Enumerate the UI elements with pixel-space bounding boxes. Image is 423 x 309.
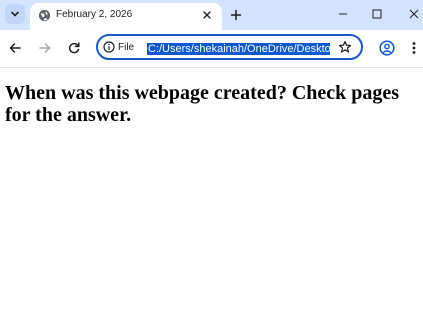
url-field[interactable]: C:/Users/shekainah/OneDrive/Desktop — [147, 39, 330, 55]
arrow-right-icon — [39, 43, 51, 53]
reload-icon — [68, 42, 80, 54]
close-window-button[interactable] — [404, 6, 423, 22]
chevron-down-icon — [11, 11, 19, 17]
page-heading: When was this webpage created? Check pag… — [5, 82, 400, 126]
site-chip-label: File — [118, 41, 135, 53]
bookmark-button[interactable] — [337, 39, 353, 55]
browser-menu-button[interactable] — [408, 39, 420, 57]
reload-button[interactable] — [66, 40, 82, 56]
tab-strip: February 2, 2026 — [0, 0, 423, 30]
site-info-chip[interactable]: File — [103, 39, 134, 55]
account-icon — [379, 40, 395, 56]
address-bar[interactable]: File C:/Users/shekainah/OneDrive/Desktop — [96, 34, 363, 60]
tab-active[interactable]: February 2, 2026 — [30, 3, 222, 30]
tab-title: February 2, 2026 — [56, 9, 133, 20]
more-vertical-icon — [412, 42, 416, 54]
browser-toolbar: File C:/Users/shekainah/OneDrive/Desktop — [0, 30, 423, 68]
url-text: C:/Users/shekainah/OneDrive/Desktop — [147, 43, 330, 55]
star-icon — [338, 40, 352, 53]
new-tab-button[interactable] — [228, 7, 244, 23]
back-button[interactable] — [7, 40, 23, 56]
forward-button[interactable] — [37, 40, 53, 56]
close-icon — [409, 9, 419, 19]
page-content: When was this webpage created? Check pag… — [0, 68, 423, 309]
profile-button[interactable] — [378, 39, 396, 57]
minimize-button[interactable] — [333, 6, 353, 22]
globe-icon — [38, 9, 51, 22]
maximize-icon — [372, 9, 382, 19]
arrow-left-icon — [9, 43, 21, 53]
tab-search-button[interactable] — [5, 4, 25, 24]
close-icon — [203, 11, 211, 19]
maximize-button[interactable] — [367, 6, 387, 22]
info-icon — [103, 41, 115, 53]
plus-icon — [230, 9, 242, 21]
tab-close-button[interactable] — [200, 8, 214, 22]
minimize-icon — [339, 13, 347, 15]
